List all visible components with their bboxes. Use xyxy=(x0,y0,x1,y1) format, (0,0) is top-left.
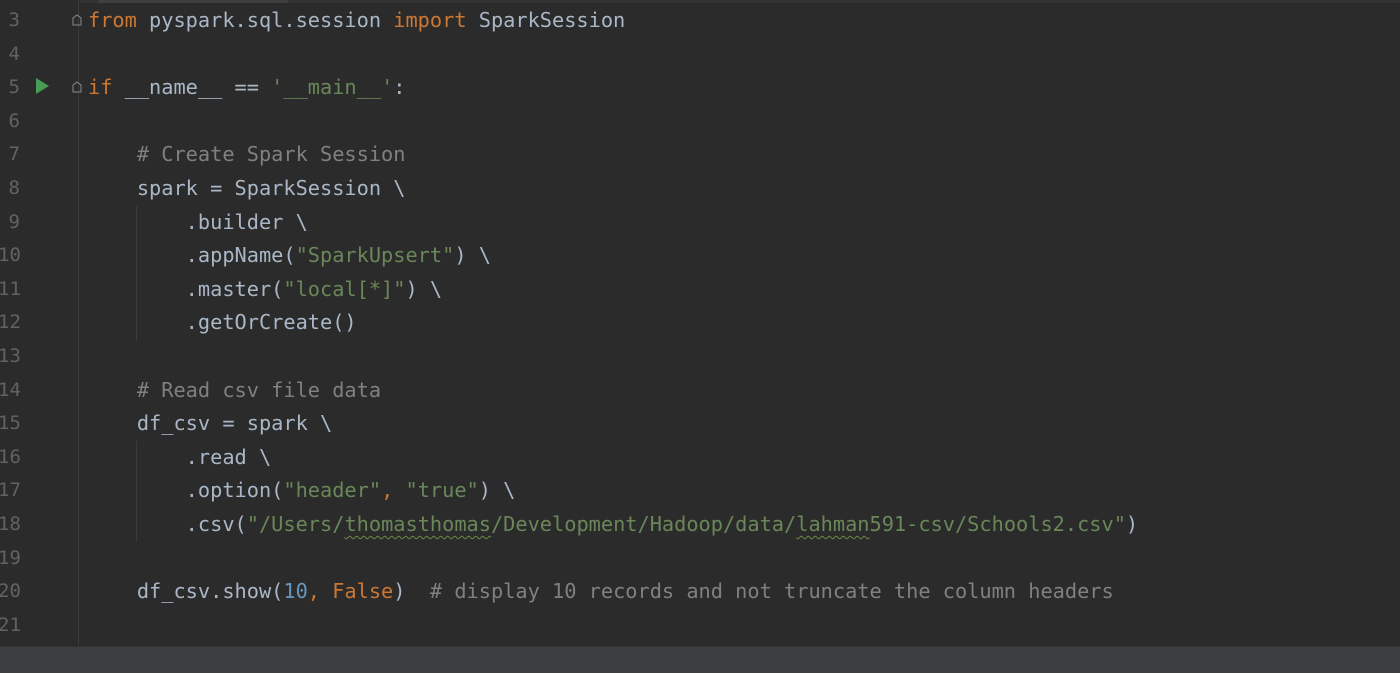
code-token: lahman xyxy=(796,512,870,536)
line-number: 4 xyxy=(8,42,20,65)
code-line[interactable]: 4 xyxy=(0,37,1400,71)
code-token: /Development/Hadoop/data/ xyxy=(490,512,797,536)
code-token: from xyxy=(88,8,137,32)
code-text[interactable]: .getOrCreate() xyxy=(88,305,357,339)
code-line[interactable]: 11 .master("local[*]") \ xyxy=(0,272,1400,306)
code-text[interactable]: .option("header", "true") \ xyxy=(88,473,516,507)
code-line[interactable]: 5 if __name__ == '__main__': xyxy=(0,70,1400,104)
line-number: 7 xyxy=(8,143,20,166)
code-token: thomasthomas xyxy=(344,512,491,536)
line-number: 18 xyxy=(0,513,21,535)
code-token: # Create Spark Session xyxy=(136,142,406,167)
code-token: ) xyxy=(393,579,430,604)
code-token: ) \ xyxy=(478,478,516,503)
code-text[interactable]: .builder \ xyxy=(88,205,308,239)
code-text[interactable]: .appName("SparkUpsert") \ xyxy=(88,238,491,272)
line-number: 5 xyxy=(8,76,20,99)
editor-bottom-bar xyxy=(0,646,1400,673)
code-line[interactable]: 21 xyxy=(0,608,1400,642)
code-token: '__main__' xyxy=(271,75,394,100)
code-token: .read \ xyxy=(88,444,272,469)
code-token: ) \ xyxy=(405,276,443,301)
code-text[interactable]: from pyspark.sql.session import SparkSes… xyxy=(88,3,625,37)
code-line[interactable]: 18 .csv("/Users/thomasthomas/Development… xyxy=(0,507,1400,541)
code-token: spark = SparkSession \ xyxy=(88,176,406,200)
code-token: .csv( xyxy=(88,512,247,536)
code-token: "SparkUpsert" xyxy=(295,243,455,268)
code-line[interactable]: 15 df_csv = spark \ xyxy=(0,406,1400,440)
code-text[interactable]: spark = SparkSession \ xyxy=(88,171,406,205)
line-number: 12 xyxy=(0,311,21,334)
code-line[interactable]: 19 xyxy=(0,541,1400,575)
line-number: 21 xyxy=(0,613,21,636)
code-text[interactable]: # Create Spark Session xyxy=(88,137,406,171)
code-line[interactable]: 8 spark = SparkSession \ xyxy=(0,171,1400,205)
code-token: , xyxy=(307,579,333,604)
code-line[interactable]: 7 # Create Spark Session xyxy=(0,137,1400,171)
code-token: df_csv = spark \ xyxy=(88,411,333,436)
code-token: # Read csv file data xyxy=(136,377,382,402)
line-number: 13 xyxy=(0,345,21,367)
code-line[interactable]: 17 .option("header", "true") \ xyxy=(0,473,1400,507)
code-token: , xyxy=(381,478,406,503)
code-token: ) \ xyxy=(454,243,491,268)
line-number: 6 xyxy=(8,109,20,132)
code-text[interactable]: df_csv = spark \ xyxy=(88,406,332,440)
code-line[interactable]: 12 .getOrCreate() xyxy=(0,305,1400,339)
code-line[interactable]: 20 df_csv.show(10, False) # display 10 r… xyxy=(0,574,1400,608)
code-line[interactable]: 13 xyxy=(0,339,1400,373)
code-token: False xyxy=(332,579,394,604)
code-token: df_csv.show( xyxy=(88,579,284,604)
code-token: "/Users/ xyxy=(246,512,345,536)
code-line[interactable]: 3 from pyspark.sql.session import SparkSe… xyxy=(0,3,1400,37)
line-number: 10 xyxy=(0,244,21,267)
code-token: # display 10 records and not truncate th… xyxy=(429,579,1114,604)
code-token: .option( xyxy=(88,478,284,503)
line-number: 15 xyxy=(0,412,21,435)
code-token: if xyxy=(88,75,113,100)
line-number: 8 xyxy=(8,177,20,199)
code-text[interactable]: .csv("/Users/thomasthomas/Development/Ha… xyxy=(88,507,1138,541)
code-token: "header" xyxy=(283,478,382,503)
code-token: __name__ == xyxy=(112,75,272,100)
code-token: 10 xyxy=(283,579,308,604)
code-token: .appName( xyxy=(88,243,296,268)
code-token: "local[*]" xyxy=(283,276,406,301)
code-token: .getOrCreate() xyxy=(88,310,357,335)
line-number: 16 xyxy=(0,445,21,468)
code-line[interactable]: 16 .read \ xyxy=(0,440,1400,474)
line-number: 17 xyxy=(0,479,21,502)
code-token: : xyxy=(393,75,406,100)
run-icon[interactable] xyxy=(36,78,49,95)
code-text[interactable]: df_csv.show(10, False) # display 10 reco… xyxy=(88,574,1114,608)
line-number: 14 xyxy=(0,378,21,401)
code-text[interactable]: .read \ xyxy=(88,440,271,474)
code-line[interactable]: 10 .appName("SparkUpsert") \ xyxy=(0,238,1400,272)
code-text[interactable]: .master("local[*]") \ xyxy=(88,272,442,306)
fold-icon[interactable] xyxy=(72,81,82,93)
code-token: SparkSession xyxy=(466,8,626,32)
code-token: .master( xyxy=(88,276,284,301)
code-token: "true" xyxy=(405,478,479,503)
code-line[interactable]: 9 .builder \ xyxy=(0,205,1400,239)
code-token: import xyxy=(393,8,467,32)
code-token: 591-csv/Schools2.csv" xyxy=(869,512,1126,536)
line-number: 9 xyxy=(8,210,20,233)
code-editor[interactable]: 3 from pyspark.sql.session import SparkSe… xyxy=(0,0,1400,673)
code-text[interactable]: # Read csv file data xyxy=(88,373,381,407)
line-number: 20 xyxy=(0,580,21,603)
code-token: .builder \ xyxy=(88,209,308,234)
code-token: pyspark.sql.session xyxy=(136,8,394,32)
line-number: 11 xyxy=(0,277,21,300)
line-number: 19 xyxy=(0,546,21,569)
code-token: ) xyxy=(1125,512,1139,536)
code-line[interactable]: 14 # Read csv file data xyxy=(0,373,1400,407)
line-number: 3 xyxy=(8,9,20,31)
code-line[interactable]: 6 xyxy=(0,104,1400,138)
code-text[interactable]: if __name__ == '__main__': xyxy=(88,70,406,104)
fold-icon[interactable] xyxy=(72,14,82,26)
